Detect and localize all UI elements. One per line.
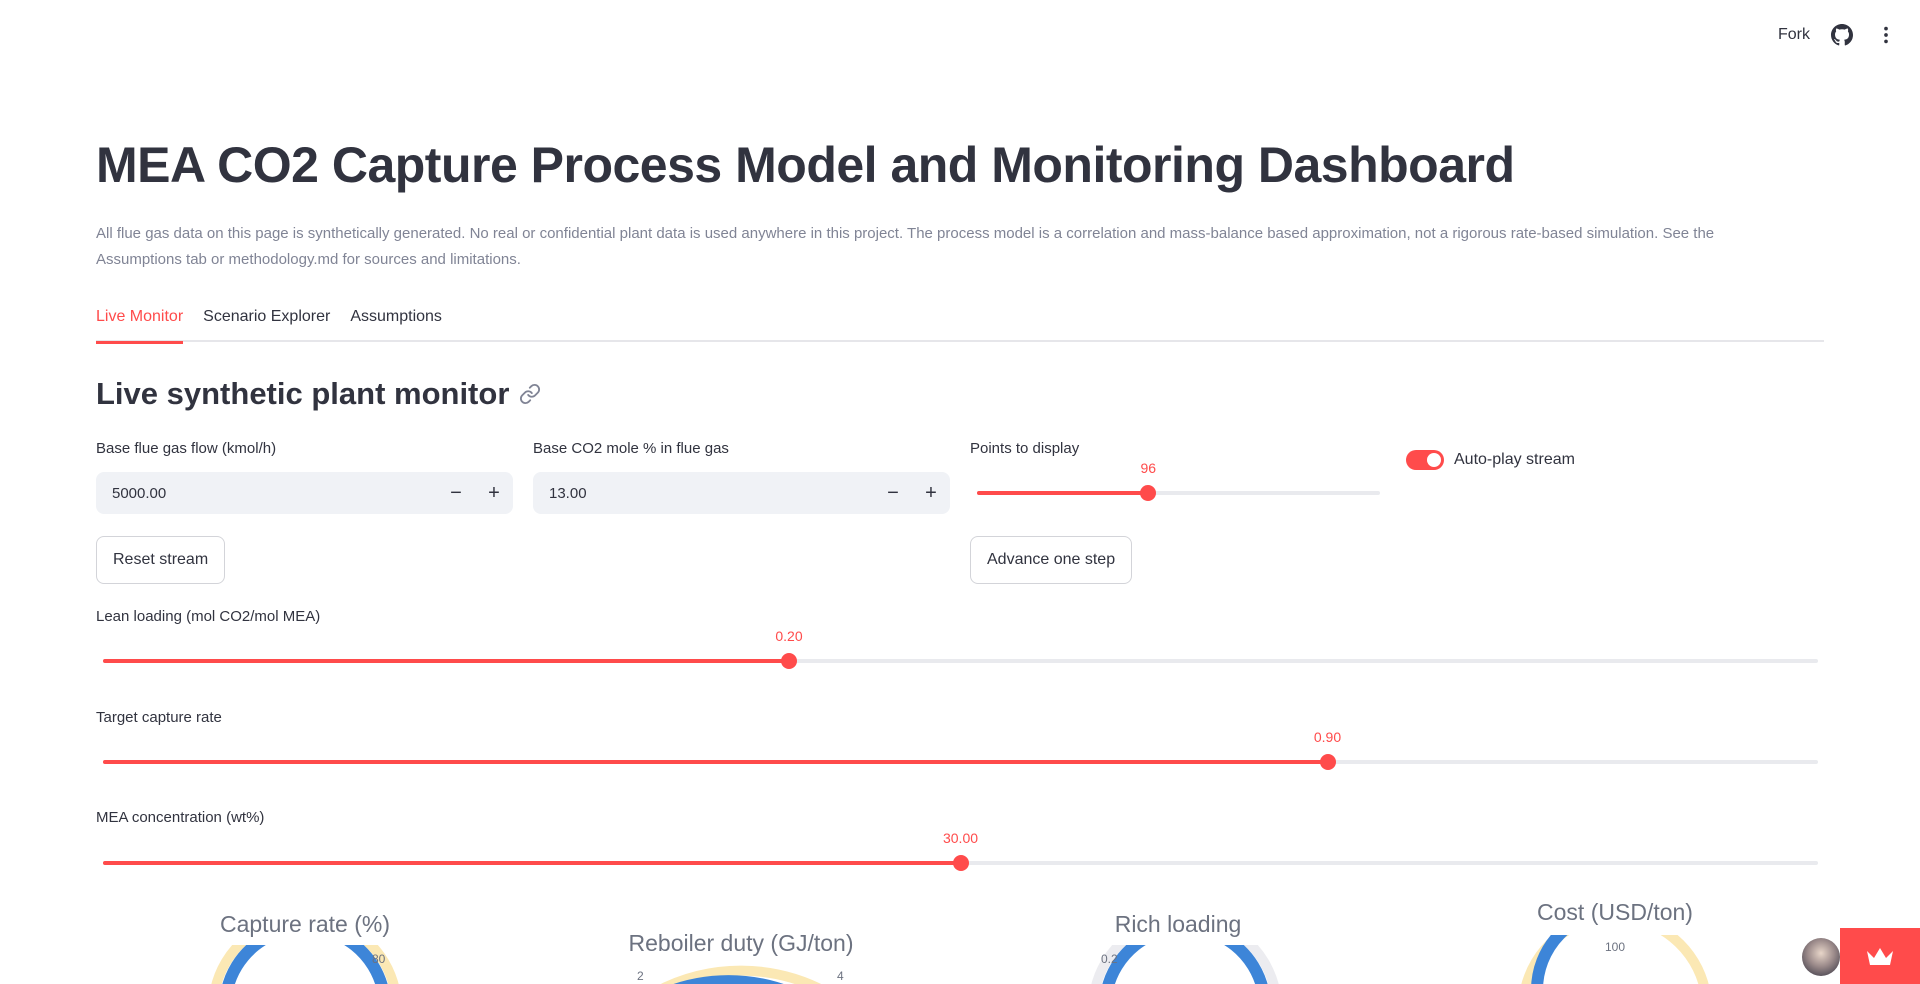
- disclaimer-caption: All flue gas data on this page is synthe…: [96, 225, 1715, 268]
- flue-flow-increment-button[interactable]: +: [475, 472, 513, 514]
- slider-fill: [103, 861, 961, 865]
- slider-thumb[interactable]: [781, 653, 797, 669]
- gauge-bar: [222, 945, 388, 984]
- streamlit-crown-icon[interactable]: [1840, 928, 1920, 984]
- reset-stream-button[interactable]: Reset stream: [96, 536, 226, 584]
- page-title: MEA CO2 Capture Process Model and Monito…: [96, 137, 1515, 193]
- advance-step-button[interactable]: Advance one step: [970, 536, 1133, 584]
- slider-fill: [977, 491, 1149, 495]
- gauge-bar: [1102, 945, 1268, 984]
- gauge-tick-label-right: 4: [837, 969, 844, 983]
- points-slider[interactable]: 96: [977, 460, 1380, 508]
- slider-value: 30.00: [942, 830, 979, 846]
- gauge-capture-rate: 80: [211, 945, 399, 984]
- co2-mole-increment-button[interactable]: +: [912, 472, 950, 514]
- gauge-title-capture-rate: Capture rate (%): [219, 911, 391, 937]
- gauge-bar: [673, 975, 784, 984]
- link-icon[interactable]: [519, 383, 541, 405]
- co2-mole-decrement-button[interactable]: −: [874, 472, 912, 514]
- gauge-title-reboiler-duty: Reboiler duty (GJ/ton): [628, 930, 854, 956]
- slider-fill: [103, 659, 789, 663]
- slider-value: 96: [1140, 460, 1157, 476]
- gauge-tick-label: 0.2: [1101, 952, 1118, 966]
- tab-live-monitor[interactable]: Live Monitor: [96, 302, 184, 344]
- fork-button[interactable]: Fork: [1778, 26, 1810, 44]
- capture-rate-slider[interactable]: 0.90: [103, 729, 1818, 777]
- gauge-tick-label: 100: [1605, 940, 1625, 954]
- user-avatar[interactable]: [1802, 938, 1840, 976]
- gauge-cost: 100: [1521, 935, 1709, 984]
- more-vertical-icon[interactable]: [1874, 23, 1898, 47]
- top-toolbar: Fork: [1778, 0, 1920, 70]
- auto-play-toggle[interactable]: [1406, 450, 1444, 470]
- flue-flow-label: Base flue gas flow (kmol/h): [96, 440, 277, 457]
- gauge-rich-loading: 0.2: [1091, 945, 1279, 984]
- gauge-title-cost: Cost (USD/ton): [1537, 899, 1693, 925]
- lean-loading-label: Lean loading (mol CO2/mol MEA): [96, 608, 321, 625]
- gauge-bar: [1531, 935, 1568, 984]
- tab-assumptions[interactable]: Assumptions: [350, 302, 442, 342]
- github-icon[interactable]: [1830, 23, 1854, 47]
- gauge-tick-label-left: 2: [637, 969, 644, 983]
- flue-flow-input[interactable]: 5000.00 − +: [96, 472, 513, 514]
- gauge-reboiler-duty: 2 4: [637, 965, 844, 984]
- slider-fill: [103, 760, 1328, 764]
- flue-flow-value[interactable]: 5000.00: [96, 485, 437, 502]
- points-slider-label: Points to display: [970, 440, 1080, 457]
- slider-thumb[interactable]: [1140, 485, 1157, 501]
- slider-value: 0.20: [775, 628, 803, 644]
- auto-play-toggle-group: Auto-play stream: [1406, 450, 1575, 470]
- slider-thumb[interactable]: [952, 855, 969, 871]
- mea-conc-slider[interactable]: 30.00: [103, 830, 1818, 878]
- slider-value: 0.90: [1313, 729, 1342, 745]
- auto-play-label: Auto-play stream: [1454, 451, 1575, 468]
- tab-scenario-explorer[interactable]: Scenario Explorer: [203, 302, 330, 342]
- mea-conc-label: MEA concentration (wt%): [96, 809, 265, 826]
- lean-loading-slider[interactable]: 0.20: [103, 628, 1818, 676]
- gauge-tick-label: 80: [372, 952, 386, 966]
- toggle-knob: [1427, 453, 1441, 467]
- flue-flow-decrement-button[interactable]: −: [437, 472, 475, 514]
- co2-mole-label: Base CO2 mole % in flue gas: [533, 440, 729, 457]
- co2-mole-input[interactable]: 13.00 − +: [533, 472, 950, 514]
- gauge-title-rich-loading: Rich loading: [1114, 911, 1242, 937]
- tab-bar: Live Monitor Scenario Explorer Assumptio…: [96, 302, 1824, 344]
- co2-mole-value[interactable]: 13.00: [533, 485, 874, 502]
- slider-thumb[interactable]: [1319, 754, 1336, 770]
- section-heading-text: Live synthetic plant monitor: [96, 376, 510, 411]
- capture-rate-label: Target capture rate: [96, 709, 222, 726]
- section-heading: Live synthetic plant monitor: [96, 376, 541, 412]
